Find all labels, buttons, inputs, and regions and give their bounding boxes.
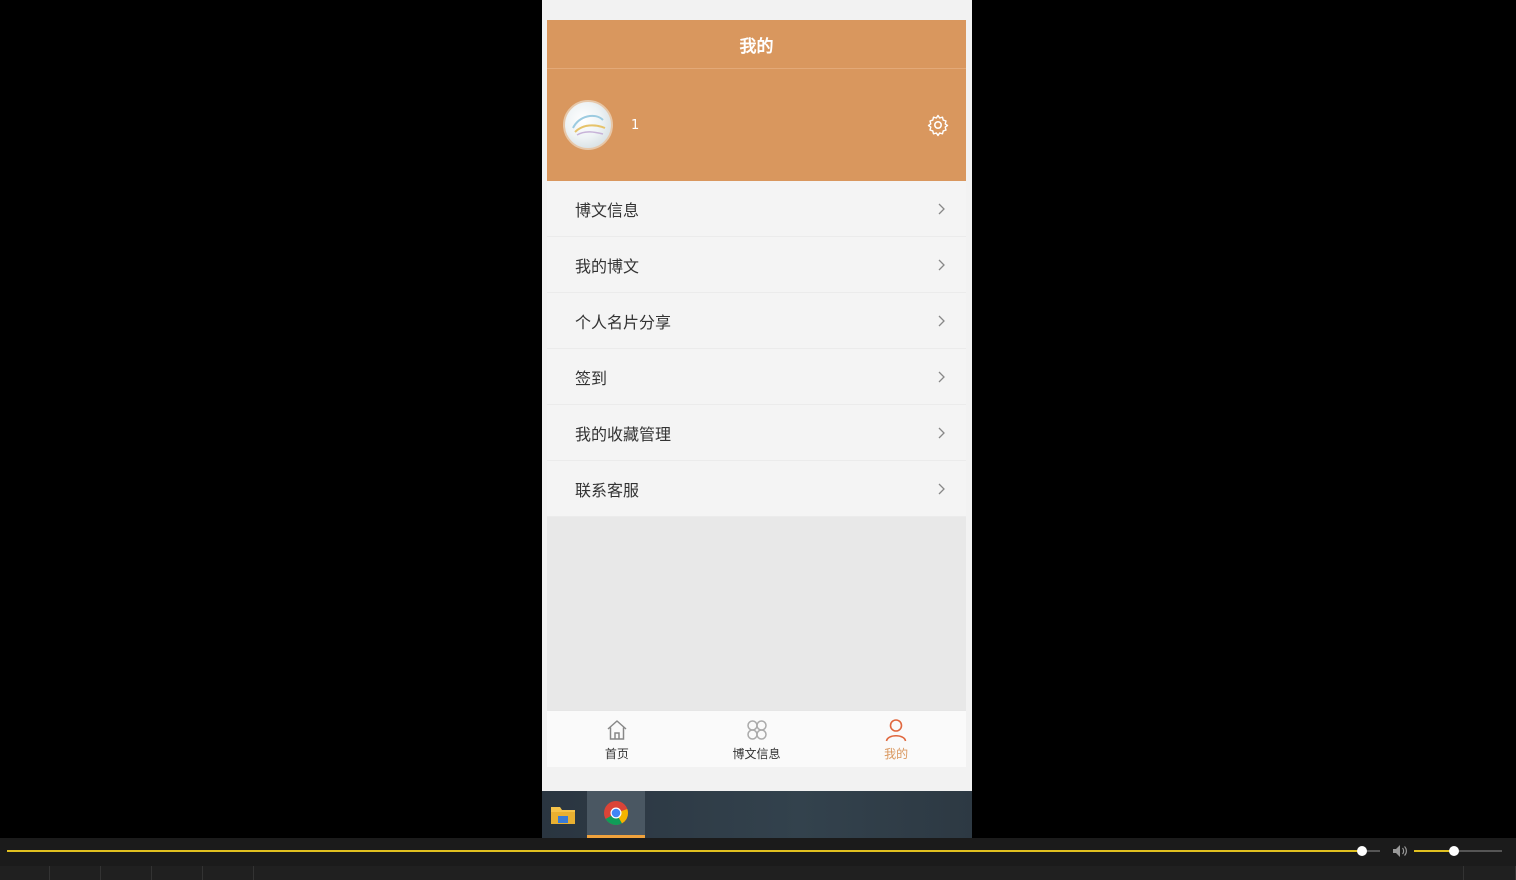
profile-header: 1 (547, 69, 966, 181)
seek-handle[interactable] (1357, 846, 1368, 856)
volume-handle[interactable] (1448, 846, 1459, 856)
grid-icon (746, 719, 767, 740)
volume-icon[interactable] (1392, 844, 1408, 858)
tab-mine[interactable]: 我的 (826, 711, 966, 767)
control-strip (0, 866, 1516, 880)
menu-item-label: 签到 (575, 368, 608, 388)
control-slot[interactable] (0, 866, 50, 880)
file-explorer-icon (551, 806, 575, 824)
menu-item-label: 博文信息 (575, 200, 640, 220)
bottom-tab-bar: 首页 博文信息 我的 (547, 710, 966, 767)
menu-item-my-blogs[interactable]: 我的博文 (547, 237, 966, 293)
control-slot[interactable] (152, 866, 203, 880)
control-slot[interactable] (1464, 866, 1516, 880)
gear-icon[interactable] (926, 113, 950, 137)
phone-frame: 我的 1 博文信息 我的博文 个人名片分享 签到 我的收藏管理 联系客服 首页 … (542, 0, 972, 791)
username: 1 (631, 117, 640, 133)
volume-level (1414, 850, 1454, 852)
chevron-right-icon (938, 371, 945, 382)
menu-list: 博文信息 我的博文 个人名片分享 签到 我的收藏管理 联系客服 (547, 181, 966, 517)
chevron-right-icon (938, 203, 945, 214)
home-icon (607, 719, 627, 740)
tab-label: 我的 (884, 746, 909, 761)
chrome-icon (604, 801, 628, 826)
media-player-controls (0, 838, 1516, 880)
control-slot (254, 866, 1464, 880)
menu-item-customer-service[interactable]: 联系客服 (547, 461, 966, 517)
menu-item-checkin[interactable]: 签到 (547, 349, 966, 405)
taskbar (542, 791, 972, 838)
taskbar-file-explorer[interactable] (542, 791, 584, 838)
menu-item-label: 我的博文 (575, 256, 640, 276)
menu-item-favorites[interactable]: 我的收藏管理 (547, 405, 966, 461)
tab-label: 首页 (604, 746, 629, 761)
chevron-right-icon (938, 315, 945, 326)
menu-item-label: 联系客服 (575, 480, 640, 500)
seek-bar[interactable] (7, 850, 1380, 852)
control-slot[interactable] (50, 866, 101, 880)
menu-item-label: 个人名片分享 (575, 312, 672, 332)
menu-item-share-card[interactable]: 个人名片分享 (547, 293, 966, 349)
chevron-right-icon (938, 427, 945, 438)
taskbar-chrome[interactable] (587, 791, 645, 838)
seek-progress (7, 850, 1363, 852)
control-slot[interactable] (101, 866, 152, 880)
menu-item-blog-info[interactable]: 博文信息 (547, 181, 966, 237)
control-slot[interactable] (203, 866, 254, 880)
user-icon (885, 718, 907, 741)
tab-blog-info[interactable]: 博文信息 (687, 711, 827, 767)
menu-item-label: 我的收藏管理 (575, 424, 672, 444)
avatar[interactable] (563, 100, 613, 150)
avatar-image (572, 114, 606, 136)
screen: 我的 1 博文信息 我的博文 个人名片分享 签到 我的收藏管理 联系客服 首页 … (0, 0, 1516, 880)
app-view: 我的 1 博文信息 我的博文 个人名片分享 签到 我的收藏管理 联系客服 首页 … (547, 20, 966, 767)
page-title: 我的 (739, 36, 774, 57)
tab-label: 博文信息 (732, 746, 781, 761)
tab-home[interactable]: 首页 (547, 711, 687, 767)
chevron-right-icon (938, 483, 945, 494)
chevron-right-icon (938, 259, 945, 270)
title-bar: 我的 (547, 20, 966, 69)
